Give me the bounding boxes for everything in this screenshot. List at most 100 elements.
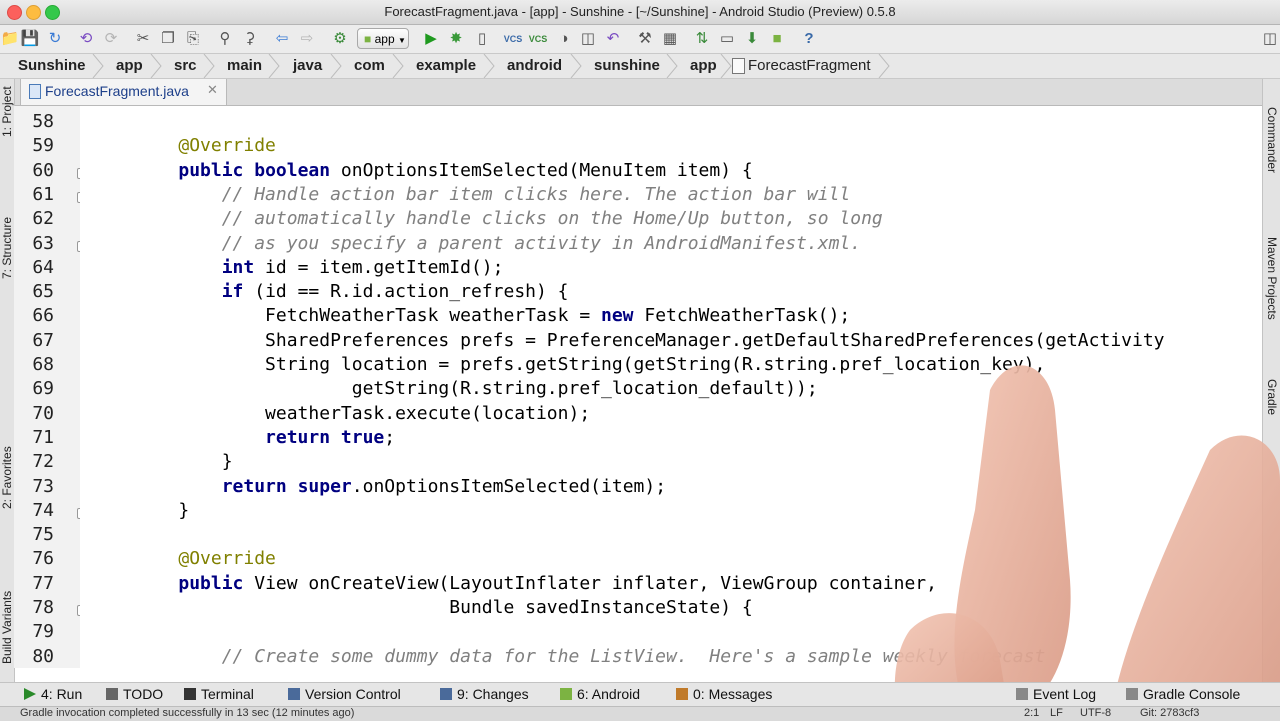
breadcrumb-item[interactable]: com	[354, 57, 385, 74]
breadcrumb-separator	[330, 54, 342, 78]
gradle-sync-icon[interactable]: ⇅	[692, 29, 712, 49]
code-line[interactable]: FetchWeatherTask weatherTask = new Fetch…	[135, 305, 850, 326]
run-icon[interactable]: ▶	[421, 29, 441, 49]
settings-icon[interactable]: ⚒	[635, 29, 655, 49]
build-variants-tool-tab[interactable]: Build Variants	[0, 591, 14, 664]
gradle-console-tool-label: Gradle Console	[1143, 686, 1241, 702]
caret-position[interactable]: 2:1	[1024, 707, 1039, 719]
messages-tool-button[interactable]: 0: Messages	[676, 686, 772, 702]
redo-icon[interactable]: ⟳	[101, 29, 121, 49]
copy-icon[interactable]: ❐	[158, 29, 178, 49]
todo-tool-button[interactable]: TODO	[106, 686, 163, 702]
cut-icon[interactable]: ✂	[133, 29, 153, 49]
line-number: 80	[32, 645, 54, 667]
back-icon[interactable]: ⇦	[272, 29, 292, 49]
line-number: 59	[32, 135, 54, 157]
code-line[interactable]: String location = prefs.getString(getStr…	[135, 354, 1045, 375]
bottom-tool-bar: 4: Run TODO Terminal Version Control 9: …	[0, 682, 1280, 707]
sync-icon[interactable]: ↻	[45, 29, 65, 49]
code-editor[interactable]: @Override public boolean onOptionsItemSe…	[80, 106, 1262, 668]
line-number: 71	[32, 426, 54, 448]
code-line[interactable]: int id = item.getItemId();	[135, 257, 504, 278]
breadcrumb-item[interactable]: main	[227, 57, 262, 74]
tab-forecastfragment[interactable]: ForecastFragment.java ✕	[20, 79, 227, 105]
code-line[interactable]: // Create some dummy data for the ListVi…	[135, 646, 1046, 667]
code-line[interactable]: getString(R.string.pref_location_default…	[135, 378, 818, 399]
paste-icon[interactable]: ⎘	[183, 29, 203, 49]
breadcrumb-item[interactable]: src	[174, 57, 197, 74]
event-log-icon	[1016, 688, 1028, 700]
code-line[interactable]: public boolean onOptionsItemSelected(Men…	[135, 160, 752, 181]
structure-tool-tab[interactable]: 7: Structure	[0, 217, 14, 279]
code-line[interactable]: if (id == R.id.action_refresh) {	[135, 281, 569, 302]
breadcrumb-item[interactable]: Sunshine	[18, 57, 86, 74]
run-config-select[interactable]: ■ app ▼	[357, 28, 409, 49]
breadcrumb-item[interactable]: java	[293, 57, 322, 74]
breadcrumb-item[interactable]: sunshine	[594, 57, 660, 74]
attach-icon[interactable]: ▯	[472, 29, 492, 49]
breadcrumb-item[interactable]: app	[116, 57, 143, 74]
line-number-gutter: 58 59 60 61 62 63 64 65 66 67 68 69 70 71 72 73 74 75 76 77…	[14, 106, 88, 668]
project-tool-tab[interactable]: 1: Project	[0, 86, 14, 137]
breadcrumb-separator	[203, 54, 215, 78]
code-line[interactable]: // as you specify a parent activity in A…	[135, 233, 861, 254]
avd-icon[interactable]: ▭	[717, 29, 737, 49]
gradle-tool-tab[interactable]: Gradle	[1265, 379, 1279, 415]
code-line[interactable]: @Override	[135, 548, 276, 569]
breadcrumb-item[interactable]: android	[507, 57, 562, 74]
line-number: 74	[32, 499, 54, 521]
breadcrumb-item-current[interactable]: ForecastFragment	[748, 57, 871, 74]
messages-tool-label: 0: Messages	[693, 686, 773, 702]
code-line[interactable]: weatherTask.execute(location);	[135, 403, 590, 424]
breadcrumb-item[interactable]: example	[416, 57, 476, 74]
code-line[interactable]: Bundle savedInstanceState) {	[135, 597, 752, 618]
run-tool-button[interactable]: 4: Run	[24, 686, 82, 702]
changes-tool-label: 9: Changes	[457, 686, 529, 702]
project-structure-icon[interactable]: ▦	[660, 29, 680, 49]
debug-icon[interactable]: ✸	[446, 29, 466, 49]
code-line[interactable]: SharedPreferences prefs = PreferenceMana…	[135, 330, 1164, 351]
android-tool-button[interactable]: 6: Android	[560, 686, 640, 702]
make-icon[interactable]: ⚙	[330, 29, 350, 49]
code-line[interactable]: public View onCreateView(LayoutInflater …	[135, 573, 937, 594]
code-line[interactable]: // Handle action bar item clicks here. T…	[135, 184, 851, 205]
undo-icon[interactable]: ⟲	[76, 29, 96, 49]
find-icon[interactable]: ⚲	[215, 29, 235, 49]
breadcrumb-item[interactable]: app	[690, 57, 717, 74]
version-control-tool-button[interactable]: Version Control	[288, 686, 401, 702]
line-number: 70	[32, 402, 54, 424]
monitor-icon[interactable]: ■	[767, 29, 787, 49]
commander-tool-tab[interactable]: Commander	[1265, 107, 1279, 173]
event-log-tool-button[interactable]: Event Log	[1016, 686, 1096, 702]
sdk-manager-icon[interactable]: ⬇	[742, 29, 762, 49]
line-separator[interactable]: LF	[1050, 707, 1063, 719]
save-icon[interactable]: 💾	[20, 29, 40, 49]
toolbar-overflow-icon[interactable]: ◫	[1260, 29, 1280, 49]
help-icon[interactable]: ?	[799, 29, 819, 49]
window-title: ForecastFragment.java - [app] - Sunshine…	[384, 4, 896, 19]
chevron-down-icon: ▼	[397, 36, 406, 45]
code-line[interactable]: }	[135, 500, 189, 521]
vcs-update-icon[interactable]: VCS	[503, 29, 523, 49]
gradle-console-tool-button[interactable]: Gradle Console	[1126, 686, 1240, 702]
maven-projects-tool-tab[interactable]: Maven Projects	[1265, 237, 1279, 320]
code-line[interactable]: @Override	[135, 135, 276, 156]
replace-icon[interactable]: ⚳	[240, 29, 260, 49]
changes-tool-button[interactable]: 9: Changes	[440, 686, 529, 702]
forward-icon[interactable]: ⇨	[297, 29, 317, 49]
vcs-icon[interactable]: ◑	[554, 29, 574, 49]
vcs-branch[interactable]: Git: 2783cf3	[1140, 707, 1199, 719]
code-line[interactable]: // automatically handle clicks on the Ho…	[135, 208, 883, 229]
code-line[interactable]: }	[135, 451, 233, 472]
file-encoding[interactable]: UTF-8	[1080, 707, 1111, 719]
terminal-tool-button[interactable]: Terminal	[184, 686, 254, 702]
close-tab-icon[interactable]: ✕	[207, 82, 218, 98]
code-line[interactable]: return true;	[135, 427, 395, 448]
favorites-tool-tab[interactable]: 2: Favorites	[0, 446, 14, 509]
right-tool-strip: Commander Maven Projects Gradle	[1262, 79, 1280, 682]
open-icon[interactable]: 📁	[0, 29, 20, 49]
compare-icon[interactable]: ◫	[578, 29, 598, 49]
code-line[interactable]: return super.onOptionsItemSelected(item)…	[135, 476, 666, 497]
vcs-commit-icon[interactable]: VCS	[528, 29, 548, 49]
revert-icon[interactable]: ↶	[603, 29, 623, 49]
